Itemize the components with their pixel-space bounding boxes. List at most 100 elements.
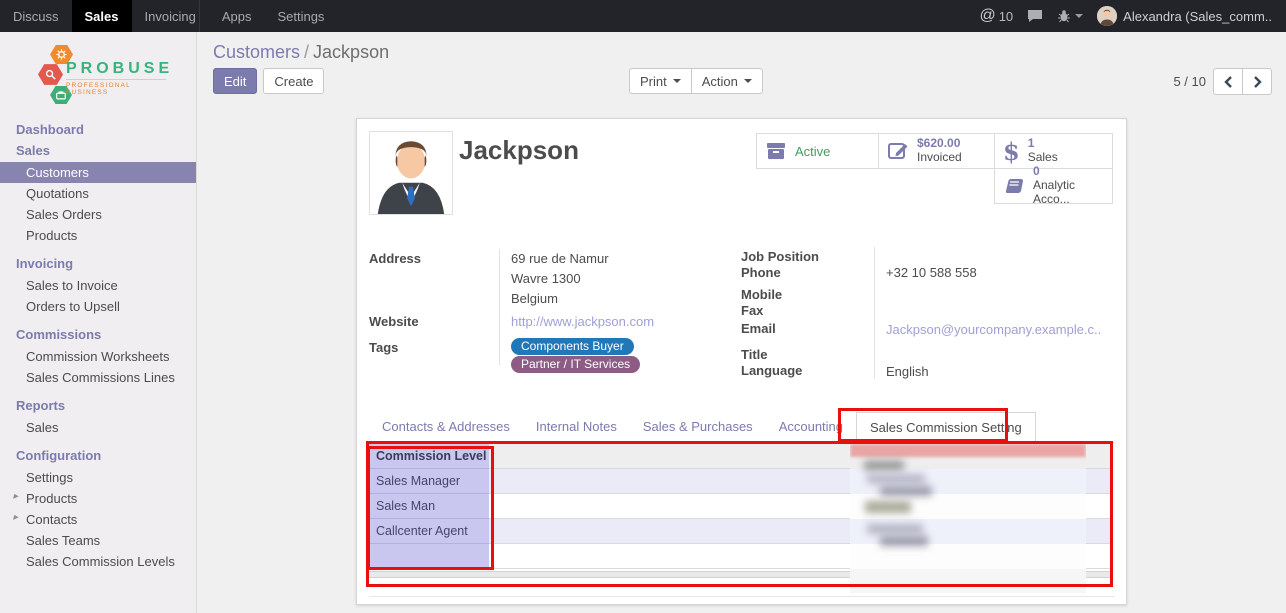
sidebar-header-sales[interactable]: Sales xyxy=(0,141,196,162)
tab-accounting[interactable]: Accounting xyxy=(766,412,856,442)
sidebar-header-commissions[interactable]: Commissions xyxy=(0,323,196,346)
cell-commission-level: Sales Man xyxy=(369,494,489,519)
cell-commission-level: Callcenter Agent xyxy=(369,519,489,544)
sidebar-header-reports[interactable]: Reports xyxy=(0,394,196,417)
caret-down-icon xyxy=(673,79,681,83)
address-line-2: Wavre 1300 xyxy=(511,271,581,286)
dollar-icon: $ xyxy=(1003,137,1020,166)
breadcrumb-customers[interactable]: Customers xyxy=(213,42,300,62)
sidebar-item-commission-worksheets[interactable]: Commission Worksheets xyxy=(0,346,196,367)
sidebar-item-products[interactable]: Products xyxy=(0,225,196,246)
sidebar-item-sales-teams[interactable]: Sales Teams xyxy=(0,530,196,551)
table-footer-strip xyxy=(369,571,1112,578)
sidebar-header-invoicing[interactable]: Invoicing xyxy=(0,252,196,275)
sidebar-item-sales-to-invoice[interactable]: Sales to Invoice xyxy=(0,275,196,296)
sidebar-item-orders-to-upsell[interactable]: Orders to Upsell xyxy=(0,296,196,317)
cell-empty xyxy=(369,544,489,569)
breadcrumb-current: Jackpson xyxy=(313,42,389,62)
phone-value: +32 10 588 558 xyxy=(886,265,977,280)
user-name: Alexandra (Sales_comm.. xyxy=(1123,9,1272,24)
notebook-tabs: Contacts & Addresses Internal Notes Sale… xyxy=(369,413,1114,443)
table-row[interactable]: Sales Man xyxy=(369,494,1112,519)
menu-invoicing[interactable]: Invoicing xyxy=(132,0,209,32)
sidebar-header-dashboard[interactable]: Dashboard xyxy=(0,118,196,141)
partner-name: Jackpson xyxy=(459,135,579,166)
sidebar-nav: Dashboard Sales Customers Quotations Sal… xyxy=(0,118,196,572)
website-link[interactable]: http://www.jackpson.com xyxy=(511,314,654,329)
mentions-counter[interactable]: @ 10 xyxy=(979,7,1013,25)
mention-count: 10 xyxy=(999,9,1013,24)
topbar-divider xyxy=(199,0,200,32)
language-value: English xyxy=(886,364,929,379)
sidebar-item-sales-commissions-lines[interactable]: Sales Commissions Lines xyxy=(0,367,196,388)
logo-subtitle: PROFESSIONAL BUSINESS xyxy=(66,79,166,96)
create-button[interactable]: Create xyxy=(263,68,324,94)
pager-previous-button[interactable] xyxy=(1213,68,1243,95)
stat-value: 1 xyxy=(1028,137,1058,151)
expand-caret-icon: ▸ xyxy=(13,491,18,502)
table-row[interactable]: Sales Manager xyxy=(369,469,1112,494)
sidebar-header-configuration[interactable]: Configuration xyxy=(0,444,196,467)
breadcrumb: Customers/Jackpson xyxy=(213,42,389,63)
logo-title: PROBUSE xyxy=(66,60,173,78)
menu-apps[interactable]: Apps xyxy=(209,0,265,32)
tag-components-buyer: Components Buyer xyxy=(511,338,634,355)
probuse-logo: PROBUSE PROFESSIONAL BUSINESS xyxy=(0,32,196,116)
sidebar-item-sales-commission-levels[interactable]: Sales Commission Levels xyxy=(0,551,196,572)
sidebar-item-customers[interactable]: Customers xyxy=(0,162,196,183)
title-label: Title xyxy=(741,347,768,362)
language-label: Language xyxy=(741,363,802,378)
field-separator xyxy=(874,247,875,379)
sidebar: PROBUSE PROFESSIONAL BUSINESS Dashboard … xyxy=(0,32,197,613)
cell-empty xyxy=(489,544,1112,569)
action-dropdown-button[interactable]: Action xyxy=(691,68,763,94)
top-navbar: Discuss Sales Invoicing Apps Settings @ … xyxy=(0,0,1286,32)
tab-internal-notes[interactable]: Internal Notes xyxy=(523,412,630,442)
stat-button-sales[interactable]: $ 1Sales xyxy=(994,133,1113,169)
sidebar-item-config-settings[interactable]: Settings xyxy=(0,467,196,488)
pager-value: 5 / 10 xyxy=(1173,74,1206,89)
book-icon xyxy=(1003,176,1025,196)
tag-partner-it-services: Partner / IT Services xyxy=(511,356,640,373)
sidebar-item-quotations[interactable]: Quotations xyxy=(0,183,196,204)
header-cell-redacted xyxy=(489,444,1112,469)
tab-sales-commission-setting[interactable]: Sales Commission Setting xyxy=(856,412,1036,442)
stat-button-analytic-accounts[interactable]: 0Analytic Acco... xyxy=(994,168,1113,204)
stat-value: $620.00 xyxy=(917,137,962,151)
logo-magnifier-icon xyxy=(38,63,63,86)
menu-discuss[interactable]: Discuss xyxy=(0,0,72,32)
stat-label: Analytic Acco... xyxy=(1033,179,1104,207)
sidebar-item-reports-sales[interactable]: Sales xyxy=(0,417,196,438)
stat-label: Invoiced xyxy=(917,151,962,165)
main-content: Customers/Jackpson Edit Create Print Act… xyxy=(197,32,1286,613)
stat-label: Active xyxy=(795,144,830,159)
field-separator xyxy=(499,249,500,365)
sidebar-item-sales-orders[interactable]: Sales Orders xyxy=(0,204,196,225)
website-label: Website xyxy=(369,314,419,329)
address-label: Address xyxy=(369,251,421,266)
table-row[interactable]: Callcenter Agent xyxy=(369,519,1112,544)
sidebar-item-config-products[interactable]: ▸Products xyxy=(0,488,196,509)
menu-sales[interactable]: Sales xyxy=(72,0,132,32)
caret-down-icon xyxy=(744,79,752,83)
chat-icon[interactable] xyxy=(1027,9,1043,23)
edit-note-icon xyxy=(887,141,909,161)
debug-bug-icon[interactable] xyxy=(1057,9,1083,23)
caret-down-icon xyxy=(1075,14,1083,18)
phone-label: Phone xyxy=(741,265,781,280)
stat-button-active[interactable]: Active xyxy=(756,133,879,169)
email-link[interactable]: Jackpson@yourcompany.example.c.. xyxy=(886,322,1101,337)
tab-contacts-addresses[interactable]: Contacts & Addresses xyxy=(369,412,523,442)
pager-next-button[interactable] xyxy=(1242,68,1272,95)
print-dropdown-button[interactable]: Print xyxy=(629,68,692,94)
sidebar-item-config-contacts[interactable]: ▸Contacts xyxy=(0,509,196,530)
table-header-row: Commission Level xyxy=(369,444,1112,469)
archive-icon xyxy=(765,141,787,161)
sheet-bottom-divider xyxy=(369,596,1114,597)
user-menu[interactable]: Alexandra (Sales_comm.. xyxy=(1097,6,1272,26)
tab-sales-purchases[interactable]: Sales & Purchases xyxy=(630,412,766,442)
edit-button[interactable]: Edit xyxy=(213,68,257,94)
menu-settings[interactable]: Settings xyxy=(264,0,337,32)
stat-button-invoiced[interactable]: $620.00Invoiced xyxy=(878,133,995,169)
column-header-commission-level[interactable]: Commission Level xyxy=(369,444,489,469)
